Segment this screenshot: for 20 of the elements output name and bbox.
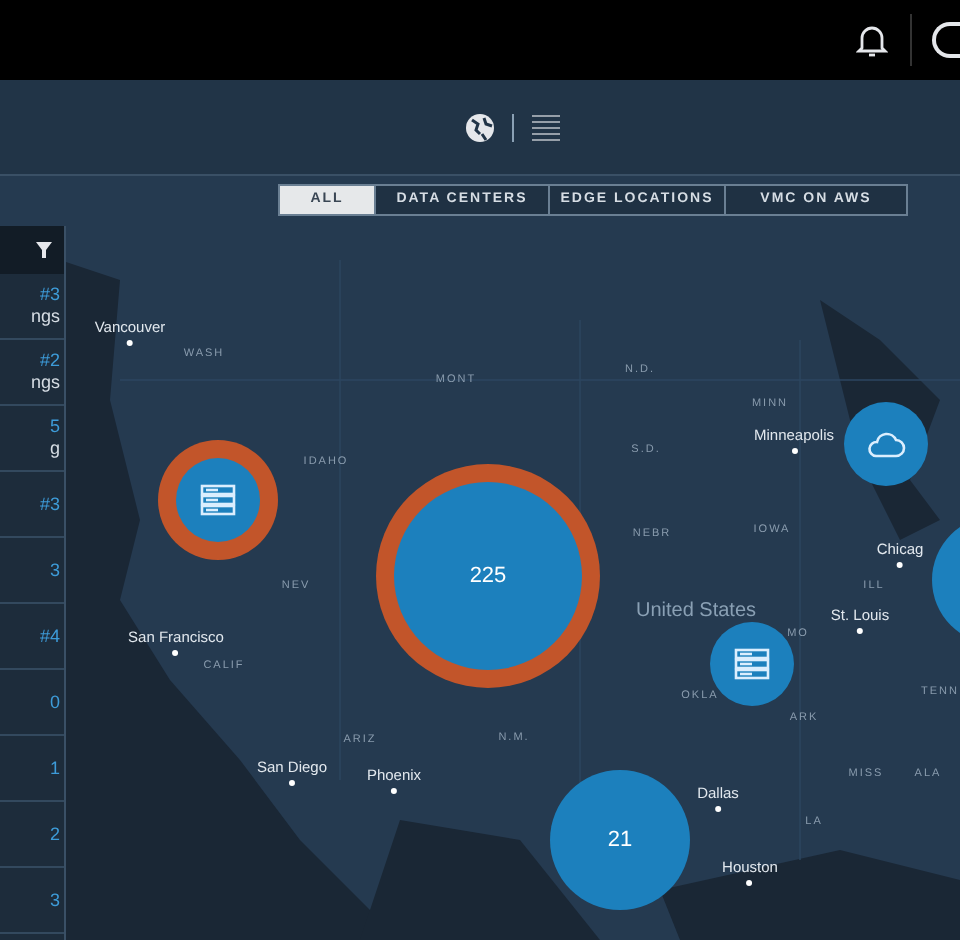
globe-icon[interactable] xyxy=(463,111,495,143)
list-icon[interactable] xyxy=(529,113,561,141)
sidebar-item[interactable]: #2 ngs xyxy=(0,340,64,406)
cluster-count: 225 xyxy=(469,561,507,592)
sidebar-item[interactable]: #3 ngs xyxy=(0,274,64,340)
sidebar-item[interactable]: 0 xyxy=(0,670,64,736)
cloud-icon xyxy=(866,430,906,458)
sidebar-item[interactable]: 2 xyxy=(0,802,64,868)
filter-icon[interactable] xyxy=(36,242,52,258)
sidebar-item[interactable]: 5 g xyxy=(0,406,64,472)
server-icon xyxy=(200,484,236,516)
sidebar-item[interactable]: 3 xyxy=(0,538,64,604)
server-icon xyxy=(734,648,770,680)
sidebar-item[interactable]: #3 xyxy=(0,472,64,538)
country-label: United States xyxy=(635,598,757,626)
sidebar-item[interactable]: 3 xyxy=(0,868,64,934)
sidebar-item[interactable]: 1 xyxy=(0,736,64,802)
sidebar-item[interactable]: #4 xyxy=(0,604,64,670)
notification-bell-icon[interactable] xyxy=(856,22,888,58)
cluster-count: 21 xyxy=(607,825,633,856)
